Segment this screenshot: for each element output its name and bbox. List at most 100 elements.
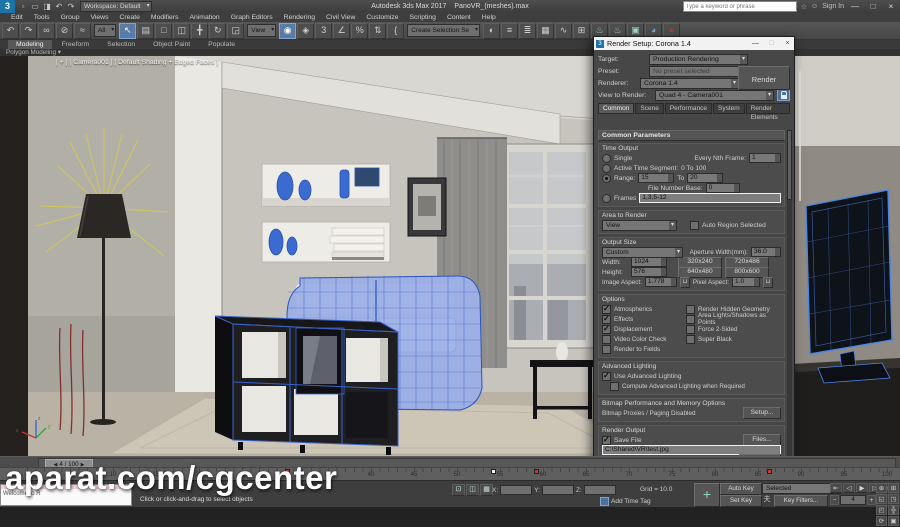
target-dropdown[interactable]: Production Rendering Mode bbox=[649, 53, 748, 72]
height-field[interactable]: 576 bbox=[631, 267, 667, 277]
tab-object-paint[interactable]: Object Paint bbox=[145, 40, 198, 49]
go-to-start-button[interactable]: ⇤ bbox=[830, 483, 842, 493]
menu-item[interactable]: Content bbox=[442, 13, 476, 22]
auto-region-checkbox[interactable]: Auto Region Selected bbox=[690, 220, 766, 230]
active-segment-radio[interactable]: Active Time Segment: bbox=[602, 163, 678, 173]
spinner-snap-icon[interactable]: ⇅ bbox=[369, 22, 387, 39]
file-number-base-field[interactable]: 0 bbox=[705, 183, 740, 193]
select-and-manipulate-icon[interactable]: ◈ bbox=[297, 22, 315, 39]
maximize-viewport-icon[interactable]: ▣ bbox=[888, 516, 899, 526]
pixel-aspect-field[interactable]: 1.0 bbox=[731, 277, 760, 287]
compute-advanced-lighting-checkbox[interactable]: Compute Advanced Lighting when Required bbox=[610, 381, 745, 391]
effects-checkbox[interactable]: Effects bbox=[602, 314, 633, 324]
x-coordinate-field[interactable] bbox=[500, 485, 533, 495]
track-key[interactable] bbox=[766, 469, 772, 474]
mirror-icon[interactable]: ◐ bbox=[483, 22, 501, 39]
select-and-move-icon[interactable]: ╋ bbox=[191, 22, 209, 39]
undo-icon[interactable]: ↶ bbox=[2, 22, 19, 39]
image-aspect-field[interactable]: 1.778 bbox=[644, 277, 677, 287]
menu-item[interactable]: Tools bbox=[29, 13, 55, 22]
reference-coordinate-dropdown[interactable]: View bbox=[247, 24, 277, 37]
zoom-extents-icon[interactable]: ◱ bbox=[876, 494, 887, 504]
tab-modeling[interactable]: Modeling bbox=[8, 40, 52, 49]
range-to-field[interactable]: 20 bbox=[687, 173, 724, 183]
selection-lock-icon[interactable]: ◫ bbox=[466, 484, 479, 496]
unlink-selection-icon[interactable]: ⊘ bbox=[56, 22, 73, 39]
auto-key-button[interactable]: Auto Key bbox=[720, 483, 762, 495]
render-output-save-checkbox[interactable]: Save File bbox=[602, 435, 642, 445]
track-key[interactable] bbox=[491, 469, 497, 474]
menu-item[interactable]: Animation bbox=[184, 13, 224, 22]
curve-editor-icon[interactable]: ∿ bbox=[555, 22, 573, 39]
select-and-link-icon[interactable]: ∞ bbox=[38, 22, 55, 39]
schematic-view-icon[interactable]: ⊞ bbox=[573, 22, 591, 39]
frame-increment-button[interactable]: + bbox=[867, 495, 876, 505]
align-icon[interactable]: ≡ bbox=[501, 22, 519, 39]
menu-item[interactable]: Modifiers bbox=[146, 13, 184, 22]
select-and-scale-icon[interactable]: ◲ bbox=[227, 22, 245, 39]
isolate-selection-icon[interactable]: ⊡ bbox=[452, 484, 465, 496]
menu-item[interactable]: Civil View bbox=[321, 13, 360, 22]
keyword-search-input[interactable] bbox=[682, 1, 797, 12]
set-key-large-button[interactable]: + bbox=[694, 483, 720, 507]
dialog-tab-scene[interactable]: Scene bbox=[635, 103, 664, 114]
undo-quick-icon[interactable]: ↶ bbox=[54, 2, 64, 11]
named-selection-sets-dropdown[interactable]: Create Selection Se bbox=[407, 24, 481, 37]
pixel-aspect-lock-icon[interactable]: ⊔ bbox=[762, 276, 773, 288]
sign-in-link[interactable]: Sign In bbox=[822, 3, 844, 10]
window-crossing-icon[interactable]: ◫ bbox=[173, 22, 191, 39]
orbit-icon[interactable]: ⟳ bbox=[876, 516, 887, 526]
dialog-scrollbar[interactable] bbox=[787, 130, 792, 459]
scrollbar-thumb[interactable] bbox=[787, 130, 792, 200]
set-key-button[interactable]: Set Key bbox=[720, 495, 762, 507]
z-coordinate-field[interactable] bbox=[583, 485, 616, 495]
key-filter-figure-icon[interactable]: 夫 bbox=[762, 495, 772, 505]
rect-selection-region-icon[interactable]: □ bbox=[155, 22, 173, 39]
video-color-check-checkbox[interactable]: Video Color Check bbox=[602, 334, 666, 344]
force-2-sided-checkbox[interactable]: Force 2-Sided bbox=[686, 324, 738, 334]
maximize-button[interactable]: □ bbox=[866, 1, 880, 12]
range-radio[interactable]: Range: bbox=[602, 173, 635, 183]
select-object-icon[interactable]: ↖ bbox=[119, 22, 137, 39]
menu-item[interactable]: Scripting bbox=[404, 13, 440, 22]
dialog-tab-performance[interactable]: Performance bbox=[664, 103, 713, 114]
dialog-minimize-button[interactable]: — bbox=[749, 40, 762, 47]
every-nth-field[interactable]: 1 bbox=[749, 153, 781, 163]
preset-dropdown[interactable]: No preset selected bbox=[649, 65, 748, 77]
common-parameters-rollout[interactable]: Common Parameters bbox=[598, 130, 785, 141]
scene-shelf-unit-selected[interactable] bbox=[214, 315, 399, 455]
frames-radio[interactable]: Frames bbox=[602, 193, 636, 203]
new-scene-icon[interactable]: ▫ bbox=[18, 2, 28, 11]
track-key[interactable] bbox=[534, 469, 540, 474]
y-coordinate-field[interactable] bbox=[541, 485, 574, 495]
zoom-region-icon[interactable]: ◰ bbox=[876, 505, 887, 515]
dialog-tab-common[interactable]: Common bbox=[598, 103, 635, 114]
pan-icon[interactable]: ╬ bbox=[888, 505, 899, 515]
menu-item[interactable]: Customize bbox=[361, 13, 403, 22]
select-by-name-icon[interactable]: ▤ bbox=[137, 22, 155, 39]
viewport-label[interactable]: [ + ] [ Camera001 ] [ Default Shading + … bbox=[56, 59, 218, 66]
save-file-icon[interactable]: ◨ bbox=[42, 2, 52, 11]
tab-freeform[interactable]: Freeform bbox=[54, 40, 98, 49]
3ds-max-logo-icon[interactable]: 3 bbox=[0, 0, 15, 13]
zoom-extents-all-icon[interactable]: ◳ bbox=[888, 494, 899, 504]
angle-snap-icon[interactable]: ∠ bbox=[333, 22, 351, 39]
width-field[interactable]: 1024 bbox=[631, 257, 667, 267]
blue-vase-2[interactable] bbox=[298, 179, 312, 201]
bitmap-setup-button[interactable]: Setup... bbox=[743, 407, 781, 419]
menu-item[interactable]: Create bbox=[115, 13, 145, 22]
percent-snap-icon[interactable]: % bbox=[351, 22, 369, 39]
edit-named-sets-icon[interactable]: { bbox=[387, 22, 405, 39]
tab-populate[interactable]: Populate bbox=[200, 40, 243, 49]
open-file-icon[interactable]: ▭ bbox=[30, 2, 40, 11]
menu-item[interactable]: Edit bbox=[6, 13, 28, 22]
renderer-dropdown[interactable]: Corona 1.4 bbox=[640, 77, 740, 89]
selection-filter-dropdown[interactable]: All bbox=[94, 24, 117, 37]
dialog-tab-render-elements[interactable]: Render Elements bbox=[745, 103, 790, 121]
menu-item[interactable]: Group bbox=[56, 13, 85, 22]
frame-decrement-button[interactable]: − bbox=[830, 495, 839, 505]
scene-picture-frame[interactable] bbox=[407, 177, 447, 237]
viewport-lock-icon[interactable] bbox=[777, 89, 790, 101]
zoom-icon[interactable]: ⊕ bbox=[876, 483, 887, 493]
blue-bottle[interactable] bbox=[339, 169, 350, 199]
